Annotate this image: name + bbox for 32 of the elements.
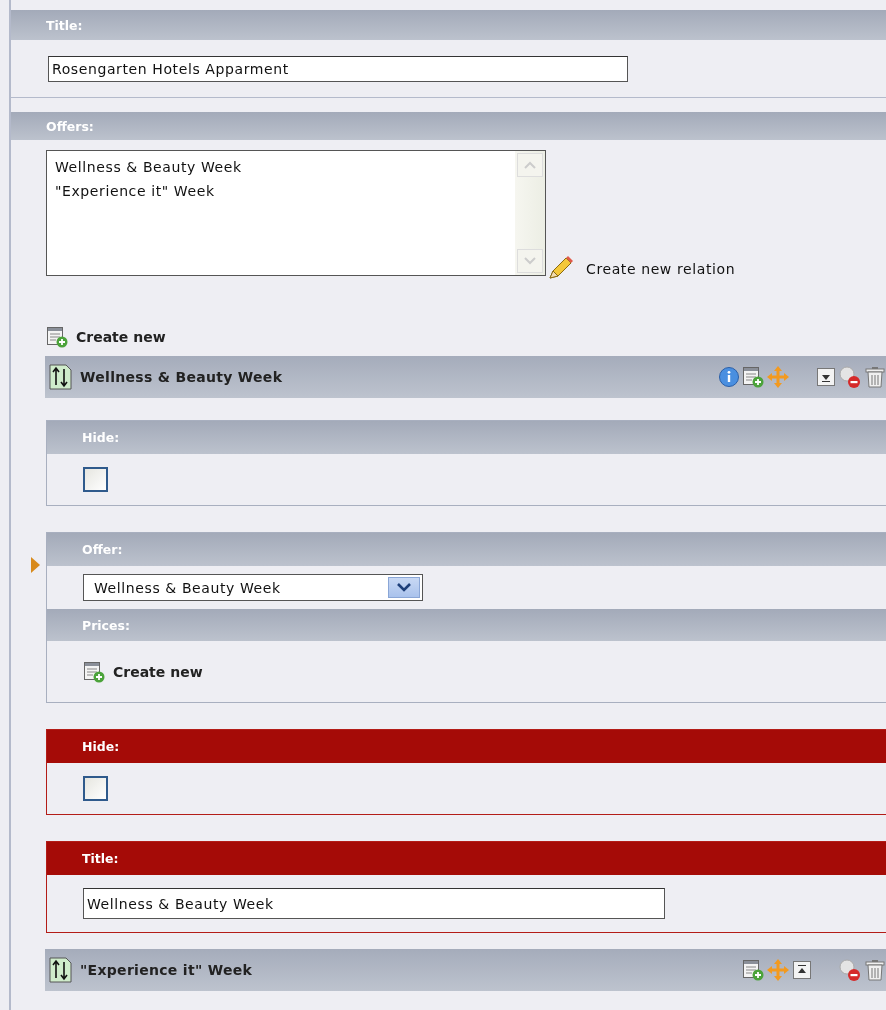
offers-list[interactable]: Wellness & Beauty Week "Experience it" Week [46,150,546,276]
new-record-icon[interactable] [742,959,764,981]
info-icon[interactable] [718,366,740,388]
new-record-icon[interactable] [83,660,105,683]
create-new-button[interactable]: Create new [83,660,203,683]
record-title: Wellness & Beauty Week [80,369,283,385]
pencil-icon[interactable] [546,256,576,282]
hide-checkbox[interactable] [83,467,108,492]
create-relation-link[interactable]: Create new relation [586,261,736,277]
record-title: "Experience it" Week [80,962,253,978]
delete-icon[interactable] [864,959,886,981]
field-label: Title: [82,851,119,866]
field-label: Prices: [82,617,130,633]
delete-icon[interactable] [864,366,886,388]
field-label: Hide: [82,739,120,754]
move-up-icon[interactable] [792,960,812,980]
field-label: Hide: [82,430,120,445]
new-record-icon[interactable] [742,366,764,388]
hide-icon[interactable] [838,365,862,389]
field-label: Offer: [82,542,123,557]
record-icon [48,956,74,984]
field-label: Offers: [46,118,94,134]
field-label: Title: [46,17,83,33]
offer-select[interactable]: Wellness & Beauty Week [83,574,423,601]
new-record-icon[interactable] [46,326,68,348]
create-new-button[interactable]: Create new [46,326,166,348]
hide-checkbox[interactable] [83,776,108,801]
title-input[interactable]: Wellness & Beauty Week [83,888,665,919]
record-icon [48,363,74,391]
move-down-icon[interactable] [816,367,836,387]
title-input[interactable]: Rosengarten Hotels Apparment [48,55,628,82]
hide-icon[interactable] [838,958,862,982]
